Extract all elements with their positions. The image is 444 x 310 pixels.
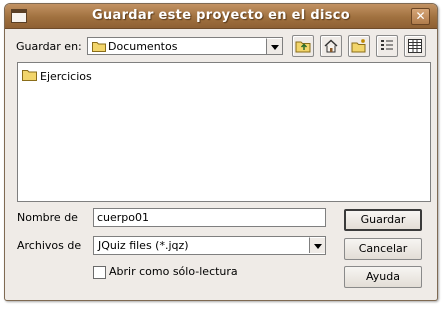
folder-icon [92,42,106,52]
details-view-icon [408,39,422,53]
readonly-checkbox[interactable] [93,266,106,279]
up-folder-icon [295,41,311,53]
help-button[interactable]: Ayuda [344,266,422,288]
new-folder-button[interactable] [348,35,370,57]
up-folder-button[interactable] [292,35,314,57]
filetype-combo[interactable]: JQuiz files (*.jqz) [93,236,326,255]
home-button[interactable] [320,35,342,57]
chevron-down-icon[interactable] [309,237,325,253]
lookin-value: Documentos [108,40,178,53]
chevron-down-icon[interactable] [266,38,282,54]
list-view-icon [381,40,393,50]
filetype-label: Archivos de [17,239,82,252]
filename-input[interactable] [93,208,326,227]
readonly-label: Abrir como sólo-lectura [109,265,238,278]
close-button[interactable]: ✕ [411,8,430,25]
file-item-ejercicios[interactable]: Ejercicios [22,69,92,83]
details-view-button[interactable] [404,35,426,57]
file-list[interactable]: Ejercicios [17,62,431,202]
filename-label: Nombre de [17,211,78,224]
filetype-value: JQuiz files (*.jqz) [98,239,189,252]
cancel-button[interactable]: Cancelar [344,238,422,260]
home-icon [324,39,338,53]
file-item-label: Ejercicios [40,70,92,83]
list-view-button[interactable] [376,35,398,57]
save-dialog: Guardar este proyecto en el disco ✕ Guar… [4,3,438,301]
window-title: Guardar este proyecto en el disco [92,8,350,23]
new-folder-icon [351,39,366,53]
title-bar[interactable]: Guardar este proyecto en el disco ✕ [5,4,437,29]
lookin-label: Guardar en: [16,40,82,53]
folder-icon [22,70,37,81]
save-button[interactable]: Guardar [344,209,422,231]
lookin-combo[interactable]: Documentos [87,37,283,55]
